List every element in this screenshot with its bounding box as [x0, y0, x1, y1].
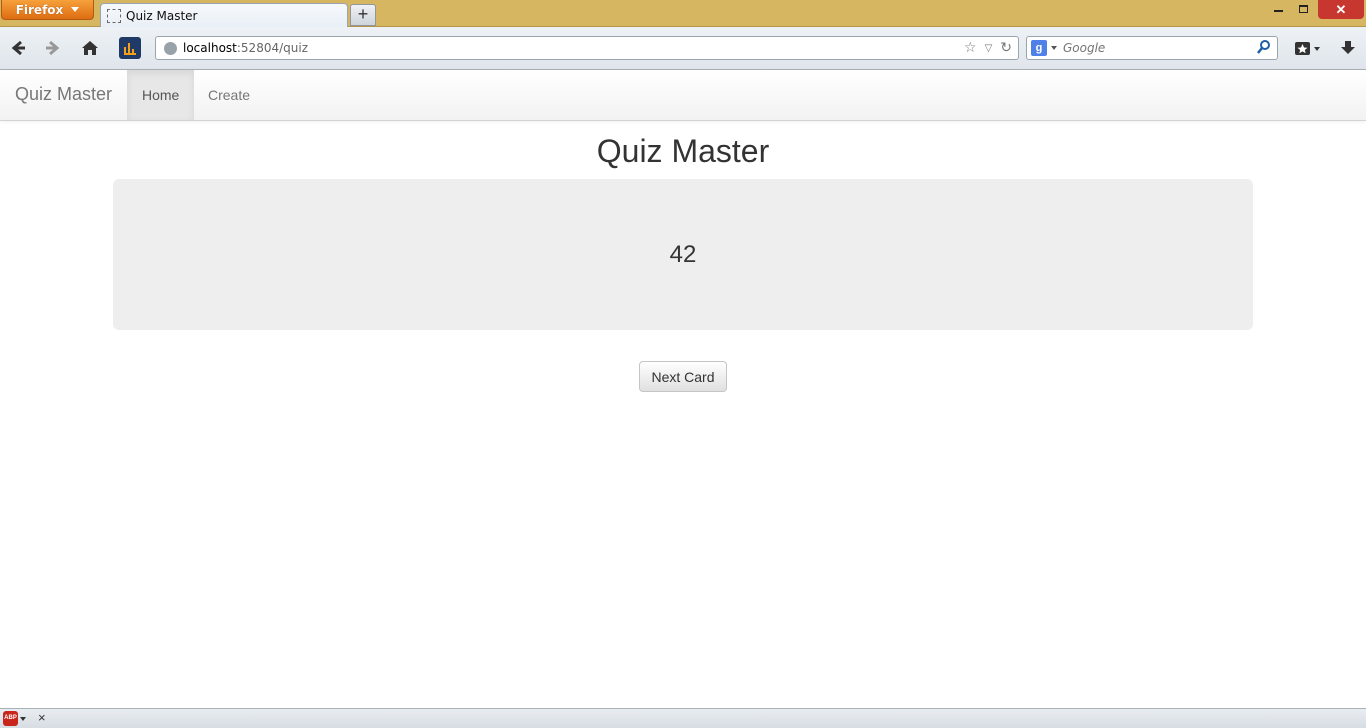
search-input[interactable] [1063, 41, 1253, 55]
star-icon[interactable]: ☆ [964, 40, 977, 58]
restore-icon [1298, 5, 1308, 13]
magnifier-icon[interactable] [1257, 39, 1271, 58]
new-tab-button[interactable]: + [350, 4, 376, 26]
home-icon[interactable] [79, 37, 101, 59]
nav-home[interactable]: Home [127, 70, 195, 120]
back-arrow-icon[interactable] [7, 37, 29, 59]
forward-arrow-icon[interactable] [42, 37, 64, 59]
window-titlebar: Firefox Quiz Master + ✕ [0, 0, 1366, 27]
addon-bar: ABP × [0, 708, 1366, 728]
firefox-menu-label: Firefox [15, 2, 64, 17]
dropdown-icon[interactable]: ▽ [985, 40, 993, 58]
quiz-card: 42 [113, 179, 1253, 330]
site-navbar: Quiz Master Home Create [0, 70, 1366, 121]
url-path: :52804/quiz [236, 41, 308, 55]
close-icon[interactable]: × [38, 710, 46, 725]
reload-icon[interactable]: ↻ [1000, 40, 1012, 58]
bookmarks-icon[interactable] [1293, 37, 1323, 59]
chevron-down-icon[interactable] [1051, 46, 1057, 50]
minimize-button[interactable] [1266, 0, 1290, 19]
url-bar[interactable]: localhost:52804/quiz ☆ ▽ ↻ [155, 36, 1019, 60]
chevron-down-icon[interactable] [20, 717, 26, 721]
addon-chart-icon[interactable] [119, 37, 141, 59]
url-host: localhost [183, 41, 237, 55]
page-favicon-icon [107, 8, 121, 23]
close-window-button[interactable]: ✕ [1318, 0, 1364, 19]
site-brand[interactable]: Quiz Master [15, 84, 112, 105]
adblock-icon[interactable]: ABP [3, 711, 18, 726]
next-card-button[interactable]: Next Card [639, 361, 727, 392]
browser-toolbar: localhost:52804/quiz ☆ ▽ ↻ g [0, 27, 1366, 70]
tab-title: Quiz Master [126, 8, 198, 23]
google-icon[interactable]: g [1031, 40, 1047, 56]
globe-icon [164, 41, 177, 55]
browser-tab[interactable]: Quiz Master [100, 3, 348, 27]
search-bar[interactable]: g [1026, 36, 1278, 60]
nav-create[interactable]: Create [193, 70, 265, 120]
minimize-icon [1273, 10, 1283, 12]
card-value: 42 [669, 240, 697, 268]
firefox-menu-button[interactable]: Firefox [1, 0, 94, 20]
page-title: Quiz Master [596, 133, 770, 169]
restore-button[interactable] [1291, 0, 1315, 19]
chevron-down-icon [71, 7, 80, 12]
download-icon[interactable] [1337, 37, 1359, 59]
